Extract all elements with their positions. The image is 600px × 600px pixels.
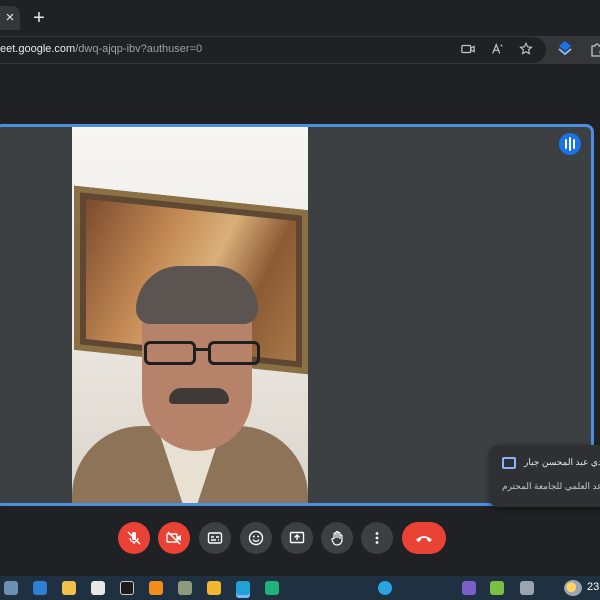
folder-icon[interactable] [207,581,221,595]
url-host: eet.google.com [0,43,76,55]
notepad-icon[interactable] [91,581,105,595]
raise-hand-button[interactable] [321,522,353,554]
mail-icon[interactable] [33,581,47,595]
vlc-icon[interactable] [149,581,163,595]
closed-captions-icon [207,532,223,544]
mic-toggle-button[interactable] [118,522,150,554]
emoji-icon [248,530,264,546]
camera-icon[interactable] [460,42,476,58]
active-speaker-icon [559,133,581,155]
end-call-button[interactable] [402,522,446,554]
participant-video [72,127,308,503]
task-view-icon[interactable] [4,581,18,595]
new-tab-button[interactable]: + [29,7,49,29]
tab-close-button[interactable]: × [0,6,20,30]
meeting-stage: دي عبد المحسن جبار اعد العلمي للجامعة ال… [0,64,600,570]
calendar-app-icon[interactable] [462,581,476,595]
edge-browser-icon[interactable] [236,581,250,595]
pycharm-icon[interactable] [120,581,134,595]
telegram-icon[interactable] [378,581,392,595]
chat-bubble-icon [502,457,516,469]
participant-hair [136,266,258,324]
chat-message-toast[interactable]: دي عبد المحسن جبار اعد العلمي للجامعة ال… [490,445,600,507]
present-screen-button[interactable] [281,522,313,554]
favorite-star-icon[interactable] [518,41,534,58]
participant-glasses [144,341,260,365]
extensions-puzzle-icon[interactable] [590,41,600,57]
file-explorer-icon[interactable] [62,581,76,595]
browser-toolbar: eet.google.com/dwq-ajqp-ibv?authuser=0 [0,36,600,64]
toast-sender: دي عبد المحسن جبار [524,457,600,467]
camera-toggle-button[interactable] [158,522,190,554]
present-screen-icon [289,531,305,544]
reactions-button[interactable] [240,522,272,554]
camera-off-icon [166,531,181,545]
usb-drive-icon[interactable] [520,581,534,595]
windows-taskbar: 23 [0,576,600,600]
url-text: eet.google.com/dwq-ajqp-ibv?authuser=0 [0,43,202,55]
extension-shield-icon[interactable] [557,40,573,58]
toast-message: اعد العلمي للجامعة المحترم [502,481,600,491]
gallery-icon[interactable] [490,581,504,595]
browser-tab-strip: × + [0,0,600,36]
participant-mustache [169,388,229,404]
address-bar[interactable]: eet.google.com/dwq-ajqp-ibv?authuser=0 [0,37,546,63]
mic-off-icon [127,531,141,545]
edge-secondary-icon[interactable] [265,581,279,595]
call-controls-bar [0,522,600,554]
weather-icon[interactable] [564,580,582,596]
more-vert-icon [375,532,379,544]
read-aloud-icon[interactable] [490,42,506,58]
url-path: /dwq-ajqp-ibv?authuser=0 [75,43,203,55]
more-options-button[interactable] [361,522,393,554]
hang-up-icon [416,536,432,542]
taskbar-clock[interactable]: 23 [587,581,599,593]
raise-hand-icon [331,530,343,546]
captions-button[interactable] [199,522,231,554]
photos-icon[interactable] [178,581,192,595]
